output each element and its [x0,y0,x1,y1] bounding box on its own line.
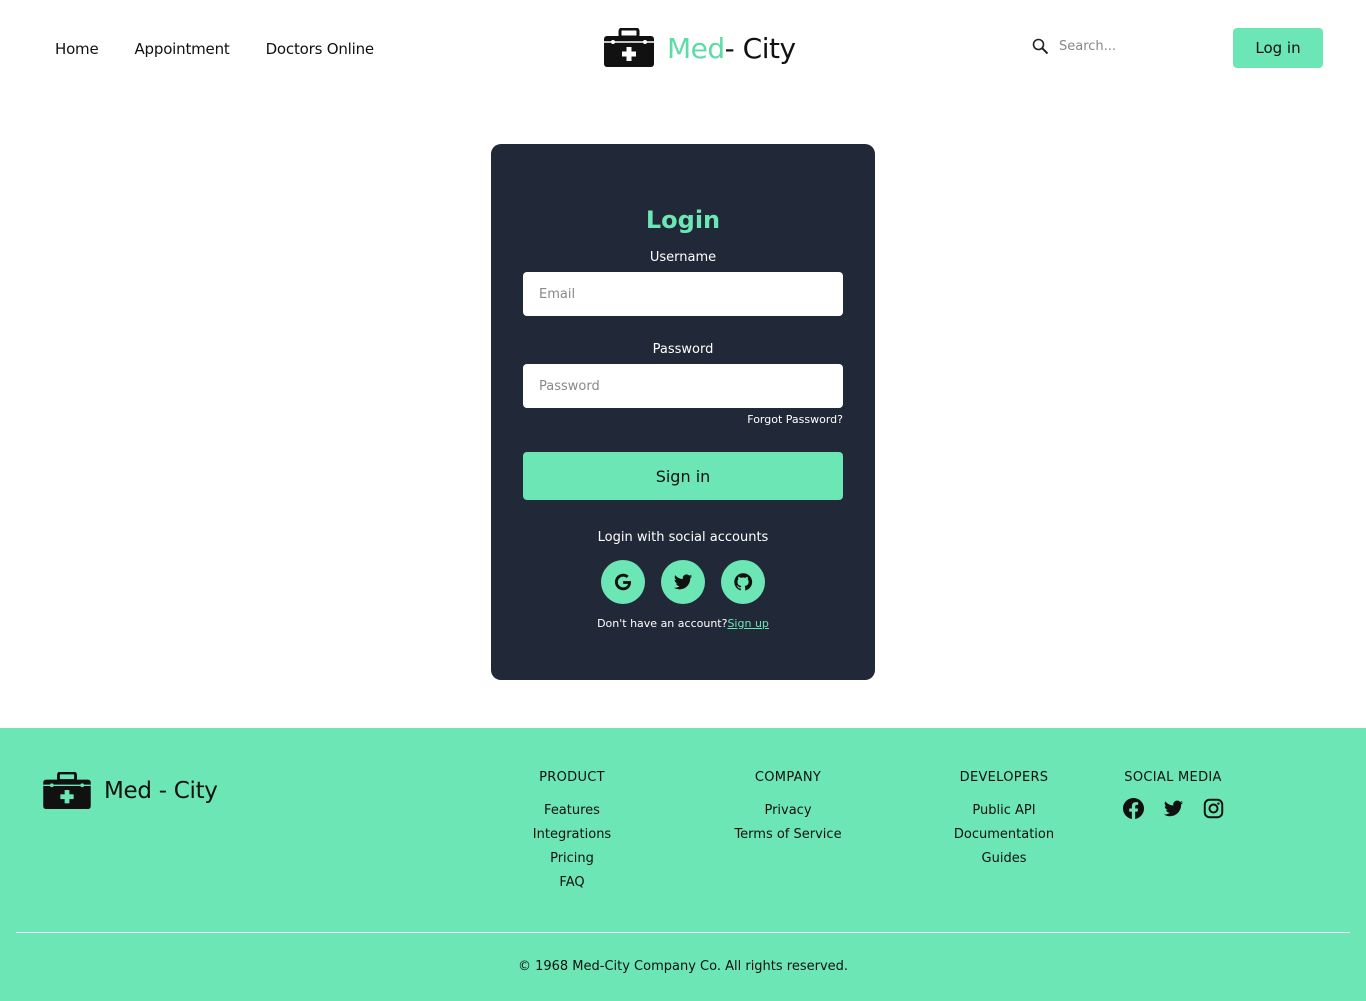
social-login-title: Login with social accounts [597,530,769,545]
footer-link-pricing[interactable]: Pricing [512,847,632,871]
footer-social-icons [1113,797,1233,819]
google-icon [614,573,632,591]
github-login-button[interactable] [721,560,765,604]
password-field[interactable] [523,364,843,408]
nav-doctors-online[interactable]: Doctors Online [266,40,375,58]
github-icon [734,573,753,591]
footer-col-title: SOCIAL MEDIA [1124,770,1222,785]
footer-link-features[interactable]: Features [512,799,632,823]
search-input[interactable] [1059,39,1199,54]
footer-col-title: PRODUCT [539,770,605,785]
footer-divider [16,932,1350,933]
nav-appointment[interactable]: Appointment [135,40,230,58]
forgot-password-link[interactable]: Forgot Password? [747,413,843,426]
footer-link-terms[interactable]: Terms of Service [718,823,858,847]
brand-logo[interactable]: Med- City [603,28,796,68]
footer-link-guides[interactable]: Guides [944,847,1064,871]
google-login-button[interactable] [601,560,645,604]
footer-link-public-api[interactable]: Public API [944,799,1064,823]
login-card: Login Username Password Forgot Password?… [491,144,875,680]
copyright-text: © 1968 Med-City Company Co. All rights r… [517,959,849,974]
footer-link-documentation[interactable]: Documentation [944,823,1064,847]
brand-med: Med [667,31,725,65]
site-header: Home Appointment Doctors Online Med- Cit… [0,0,1366,100]
username-label: Username [649,250,717,265]
search-box [1032,38,1199,55]
footer-col-title: DEVELOPERS [959,770,1049,785]
footer-col-title: COMPANY [754,770,822,785]
twitter-login-button[interactable] [661,560,705,604]
username-field[interactable] [523,272,843,316]
nav-home[interactable]: Home [55,40,99,58]
instagram-icon[interactable] [1202,797,1224,819]
footer-link-faq[interactable]: FAQ [512,871,632,895]
signup-prompt: Don't have an account?Sign up [491,617,875,630]
footer-col-company: COMPANY Privacy Terms of Service [718,770,858,847]
medical-kit-icon [604,28,654,67]
search-icon [1032,38,1049,55]
site-footer: Med - City PRODUCT Features Integrations… [0,728,1366,1001]
brand-city: - City [724,31,796,65]
password-label: Password [652,342,714,357]
social-login-buttons [601,560,765,604]
main-nav: Home Appointment Doctors Online [55,40,374,58]
footer-col-product: PRODUCT Features Integrations Pricing FA… [512,770,632,895]
footer-link-privacy[interactable]: Privacy [718,799,858,823]
facebook-icon[interactable] [1122,797,1144,819]
brand-name: Med- City [667,32,796,65]
sign-in-button[interactable]: Sign in [523,452,843,500]
sign-up-link[interactable]: Sign up [727,617,768,630]
footer-brand[interactable]: Med - City [42,772,218,810]
footer-col-social: SOCIAL MEDIA [1113,770,1233,819]
twitter-icon [673,574,693,590]
footer-col-developers: DEVELOPERS Public API Documentation Guid… [944,770,1064,871]
footer-brand-name: Med - City [104,778,218,804]
medical-kit-icon [43,772,91,810]
login-title: Login [645,206,721,234]
twitter-icon[interactable] [1162,797,1184,819]
no-account-text: Don't have an account? [597,617,728,630]
footer-link-integrations[interactable]: Integrations [512,823,632,847]
header-login-button[interactable]: Log in [1233,28,1323,68]
